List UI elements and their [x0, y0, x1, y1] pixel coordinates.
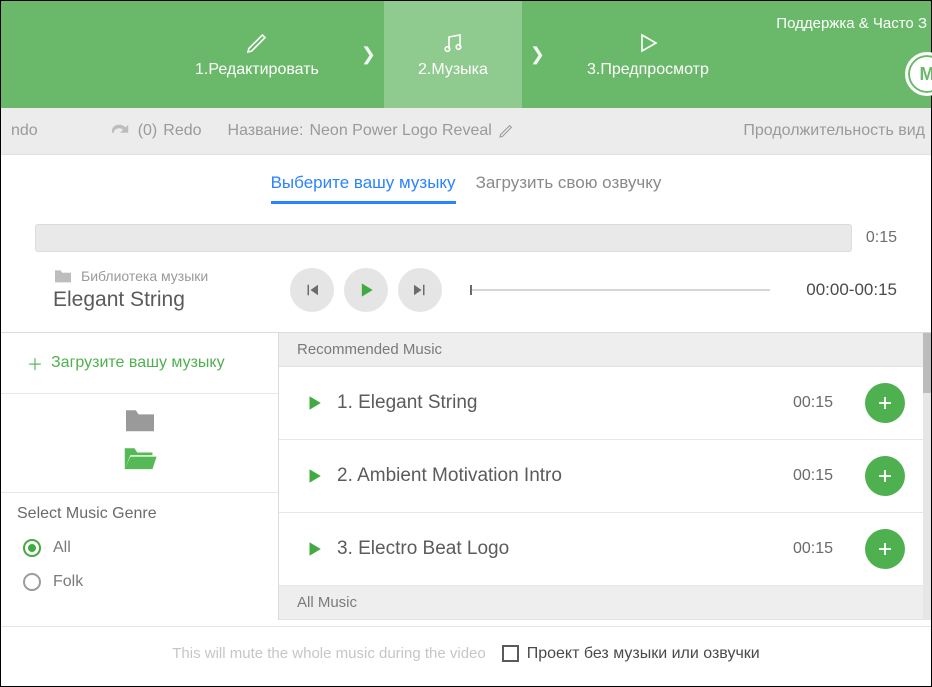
- play-track-button[interactable]: [305, 540, 323, 558]
- music-list: Recommended Music 1. Elegant String 00:1…: [279, 333, 931, 620]
- next-track-button[interactable]: [398, 268, 442, 312]
- header-stepper: 1.Редактировать ❯ 2.Музыка ❯ 3.Предпросм…: [1, 1, 931, 108]
- genre-all[interactable]: All: [1, 533, 278, 567]
- sidebar: ＋ Загрузите вашу музыку Select Music Gen…: [1, 333, 279, 620]
- edit-title-icon[interactable]: [498, 123, 514, 139]
- track-name: 3. Electro Beat Logo: [337, 538, 509, 560]
- upload-music-label: Загрузите вашу музыку: [51, 354, 225, 372]
- recommended-heading: Recommended Music: [279, 333, 931, 367]
- track-row: 2. Ambient Motivation Intro 00:15: [279, 440, 931, 513]
- redo-count: (0): [138, 122, 158, 140]
- scrollbar-thumb[interactable]: [923, 333, 931, 393]
- pencil-icon: [245, 31, 269, 55]
- chevron-right-icon: ❯: [353, 44, 384, 65]
- video-duration: Продолжительность вид: [743, 122, 925, 140]
- play-outline-icon: [636, 31, 660, 55]
- track-duration: 00:15: [793, 467, 833, 485]
- folder-open-icon[interactable]: [122, 444, 158, 472]
- header-right: Поддержка & Часто З М: [776, 1, 931, 108]
- waveform-bar[interactable]: [35, 224, 852, 252]
- add-track-button[interactable]: [865, 383, 905, 423]
- radio-unchecked-icon: [23, 573, 41, 591]
- folder-toggle: [1, 394, 278, 493]
- prev-track-button[interactable]: [290, 268, 334, 312]
- track-row: 1. Elegant String 00:15: [279, 367, 931, 440]
- step-preview[interactable]: 3.Предпросмотр: [553, 1, 743, 108]
- genre-label: Folk: [53, 573, 83, 591]
- main-area: ＋ Загрузите вашу музыку Select Music Gen…: [1, 332, 931, 620]
- track-name: 2. Ambient Motivation Intro: [337, 465, 562, 487]
- library-label-text: Библиотека музыки: [81, 268, 208, 284]
- no-music-label: Проект без музыки или озвучки: [527, 645, 760, 663]
- genre-folk[interactable]: Folk: [1, 567, 278, 601]
- step-edit[interactable]: 1.Редактировать: [161, 1, 353, 108]
- undo-fragment: ndo: [11, 122, 38, 140]
- plus-icon: ＋: [27, 351, 43, 375]
- play-track-button[interactable]: [305, 467, 323, 485]
- library-info: Библиотека музыки Elegant String: [53, 268, 208, 312]
- scrollbar[interactable]: [923, 333, 931, 620]
- add-track-button[interactable]: [865, 529, 905, 569]
- add-track-button[interactable]: [865, 456, 905, 496]
- step-label: 2.Музыка: [418, 61, 488, 79]
- support-link[interactable]: Поддержка & Часто З: [776, 15, 931, 32]
- player-progress[interactable]: [470, 289, 770, 291]
- step-music[interactable]: 2.Музыка: [384, 1, 522, 108]
- library-label: Библиотека музыки: [53, 268, 208, 284]
- folder-icon: [53, 268, 73, 284]
- toolbar: ndo (0) Redo Название: Neon Power Logo R…: [1, 108, 931, 155]
- redo-icon: [110, 122, 132, 140]
- tab-select-music[interactable]: Выберите вашу музыку: [271, 173, 456, 204]
- header-round-button[interactable]: М: [905, 52, 932, 96]
- play-button[interactable]: [344, 268, 388, 312]
- title-label: Название:: [228, 122, 304, 140]
- no-music-checkbox[interactable]: Проект без музыки или озвучки: [502, 645, 760, 663]
- redo-label: Redo: [163, 122, 201, 140]
- steps: 1.Редактировать ❯ 2.Музыка ❯ 3.Предпросм…: [161, 1, 743, 108]
- current-track-name: Elegant String: [53, 288, 208, 312]
- track-row: 3. Electro Beat Logo 00:15: [279, 513, 931, 586]
- tab-upload-voiceover[interactable]: Загрузить свою озвучку: [476, 173, 662, 204]
- radio-checked-icon: [23, 539, 41, 557]
- step-label: 3.Предпросмотр: [587, 61, 709, 79]
- track-name: 1. Elegant String: [337, 392, 477, 414]
- track-duration: 00:15: [793, 394, 833, 412]
- play-track-button[interactable]: [305, 394, 323, 412]
- footer: This will mute the whole music during th…: [1, 626, 931, 680]
- player-controls: 00:00-00:15: [290, 268, 897, 312]
- timeline-end-time: 0:15: [866, 229, 897, 247]
- step-label: 1.Редактировать: [195, 61, 319, 79]
- genre-label: All: [53, 539, 71, 557]
- all-music-heading: All Music: [279, 586, 931, 620]
- title-value: Neon Power Logo Reveal: [309, 122, 491, 140]
- mute-hint: This will mute the whole music during th…: [172, 645, 485, 662]
- music-tabs: Выберите вашу музыку Загрузить свою озву…: [1, 155, 931, 218]
- redo-button[interactable]: (0) Redo: [110, 122, 202, 140]
- track-duration: 00:15: [793, 540, 833, 558]
- timeline-row: 0:15: [1, 218, 931, 262]
- folder-closed-icon[interactable]: [122, 406, 158, 434]
- checkbox-icon: [502, 645, 519, 662]
- music-note-icon: [441, 31, 465, 55]
- upload-music-button[interactable]: ＋ Загрузите вашу музыку: [1, 333, 278, 394]
- player-row: Библиотека музыки Elegant String 00:00-0…: [1, 262, 931, 332]
- chevron-right-icon: ❯: [522, 44, 553, 65]
- project-title: Название: Neon Power Logo Reveal: [228, 122, 514, 140]
- genre-heading: Select Music Genre: [1, 493, 278, 533]
- player-time-range: 00:00-00:15: [806, 280, 897, 300]
